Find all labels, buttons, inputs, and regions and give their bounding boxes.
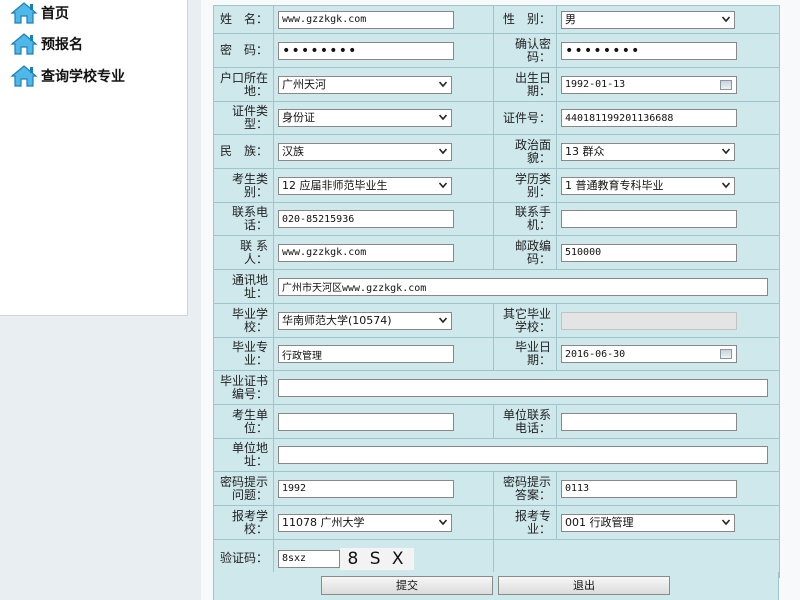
contact-input[interactable] — [278, 243, 454, 262]
pw-question-label: 密码提示问题： — [213, 471, 274, 506]
chevron-down-icon — [439, 181, 447, 188]
chevron-down-icon — [722, 518, 730, 525]
chevron-down-icon — [439, 114, 447, 121]
other-school-label: 其它毕业学校： — [493, 303, 557, 338]
id-type-label: 证件类型： — [213, 101, 274, 135]
nav-item-label: 查询学校专业 — [41, 69, 125, 85]
education-type-select[interactable]: 1 普通教育专科毕业 — [561, 176, 735, 195]
apply-major-value: 001 行政管理 — [565, 515, 634, 529]
cert-no-input[interactable] — [278, 378, 768, 397]
phone-input[interactable] — [278, 210, 454, 228]
name-label: 姓 名： — [213, 5, 274, 34]
work-unit-input[interactable] — [278, 412, 454, 431]
button-bar — [213, 572, 779, 600]
calendar-icon[interactable] — [720, 349, 732, 359]
house-icon — [10, 65, 38, 87]
chevron-down-icon — [439, 518, 447, 525]
gender-value: 男 — [565, 12, 576, 26]
pw-answer-input[interactable] — [561, 479, 737, 498]
sidebar: 首页 预报名 查询学校专业 — [0, 0, 188, 316]
ethnicity-label: 民 族： — [213, 134, 274, 169]
address-input[interactable] — [278, 277, 768, 296]
confirm-password-input[interactable] — [561, 41, 737, 60]
address-label: 通讯地址： — [213, 269, 274, 304]
hukou-value: 广州天河 — [282, 77, 326, 91]
calendar-icon[interactable] — [720, 79, 732, 90]
grad-major-input[interactable] — [278, 345, 454, 363]
candidate-type-value: 12 应届非师范毕业生 — [282, 178, 388, 192]
password-input[interactable] — [278, 41, 454, 60]
other-school-input — [561, 311, 737, 330]
gender-label: 性 别： — [493, 5, 557, 34]
confirm-password-label: 确认密码： — [493, 33, 557, 68]
captcha-image[interactable]: 8 S X Z — [340, 547, 414, 591]
political-value: 13 群众 — [565, 144, 605, 158]
chevron-down-icon — [439, 316, 447, 323]
grad-school-value: 华南师范大学(10574) — [282, 313, 392, 327]
house-icon — [10, 33, 38, 55]
birth-date-input[interactable] — [561, 75, 737, 94]
grad-school-label: 毕业学校： — [213, 303, 274, 338]
nav-item-label: 预报名 — [41, 37, 83, 53]
chevron-down-icon — [722, 15, 730, 22]
id-type-select[interactable]: 身份证 — [278, 109, 452, 127]
chevron-down-icon — [722, 181, 730, 188]
nav-item-label: 首页 — [41, 6, 69, 22]
chevron-down-icon — [439, 80, 447, 87]
pw-answer-label: 密码提示答案： — [493, 471, 557, 506]
grad-school-select[interactable]: 华南师范大学(10574) — [278, 311, 452, 330]
grad-date-label: 毕业日期： — [493, 337, 557, 371]
ethnicity-value: 汉族 — [282, 144, 304, 158]
nav-item-home[interactable]: 首页 — [10, 0, 69, 26]
unit-phone-input[interactable] — [561, 412, 737, 431]
exit-button[interactable]: 退出 — [498, 576, 670, 595]
unit-address-input[interactable] — [278, 446, 768, 464]
id-type-value: 身份证 — [282, 111, 315, 124]
mobile-input[interactable] — [561, 210, 737, 228]
gender-select[interactable]: 男 — [561, 10, 735, 29]
hukou-select[interactable]: 广州天河 — [278, 75, 452, 94]
apply-major-select[interactable]: 001 行政管理 — [561, 513, 735, 532]
registration-panel: 姓 名： 性 别： 男 密 码： 确认密码： 户口所在地： 广州天河 出生日期：… — [201, 0, 800, 600]
postcode-label: 邮政编码： — [493, 235, 557, 270]
mobile-label: 联系手机： — [493, 202, 557, 236]
password-label: 密 码： — [213, 33, 274, 68]
cert-no-label: 毕业证书编号： — [213, 370, 274, 405]
nav-item-pre-register[interactable]: 预报名 — [10, 31, 83, 57]
education-type-value: 1 普通教育专科毕业 — [565, 178, 664, 192]
hukou-label: 户口所在地： — [213, 67, 274, 102]
nav-item-query-school-major[interactable]: 查询学校专业 — [10, 63, 125, 89]
pw-question-input[interactable] — [278, 479, 454, 498]
house-icon — [10, 2, 38, 24]
birth-date-label: 出生日期： — [493, 67, 557, 102]
id-number-input[interactable] — [561, 109, 737, 127]
chevron-down-icon — [439, 147, 447, 154]
apply-major-label: 报考专业： — [493, 505, 557, 540]
registration-form: 姓 名： 性 别： 男 密 码： 确认密码： 户口所在地： 广州天河 出生日期：… — [213, 5, 780, 591]
grad-date-input[interactable] — [561, 345, 737, 363]
political-select[interactable]: 13 群众 — [561, 142, 735, 161]
postcode-input[interactable] — [561, 243, 737, 262]
submit-button[interactable]: 提交 — [321, 576, 493, 595]
unit-address-label: 单位地址： — [213, 438, 274, 472]
education-type-label: 学历类别： — [493, 168, 557, 203]
apply-school-select[interactable]: 11078 广州大学 — [278, 513, 452, 532]
work-unit-label: 考生单位： — [213, 404, 274, 439]
candidate-type-select[interactable]: 12 应届非师范毕业生 — [278, 176, 452, 195]
contact-label: 联 系 人： — [213, 235, 274, 270]
grad-major-label: 毕业专业： — [213, 337, 274, 371]
unit-phone-label: 单位联系电话： — [493, 404, 557, 439]
chevron-down-icon — [722, 147, 730, 154]
captcha-input[interactable] — [278, 549, 340, 568]
ethnicity-select[interactable]: 汉族 — [278, 142, 452, 161]
id-number-label: 证件号： — [493, 101, 557, 135]
name-input[interactable] — [278, 10, 454, 29]
candidate-type-label: 考生类别： — [213, 168, 274, 203]
phone-label: 联系电话： — [213, 202, 274, 236]
apply-school-value: 11078 广州大学 — [282, 515, 365, 529]
apply-school-label: 报考学校： — [213, 505, 274, 540]
political-label: 政治面貌： — [493, 134, 557, 169]
